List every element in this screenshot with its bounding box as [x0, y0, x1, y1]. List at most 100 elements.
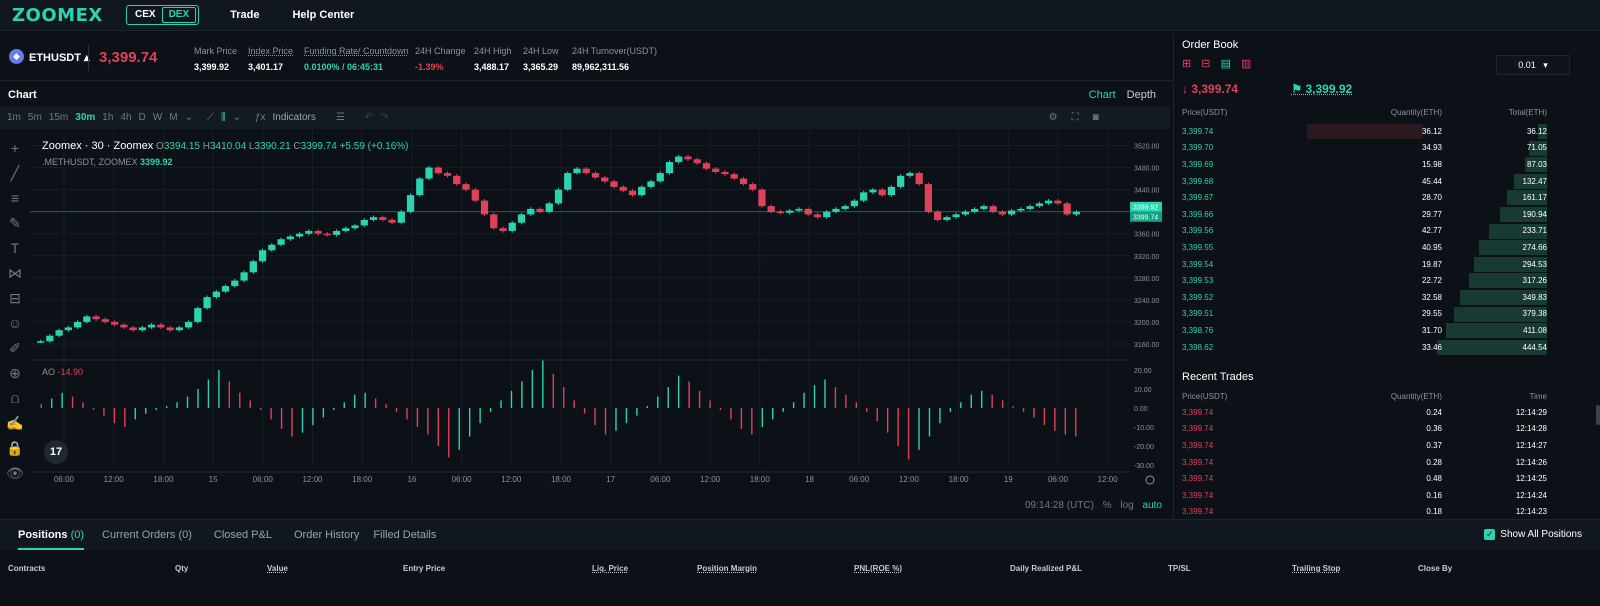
checkbox-checked-icon[interactable]: ✓: [1484, 529, 1496, 540]
interval-m[interactable]: M: [169, 112, 177, 123]
stat-24h-turnover: 24H Turnover(USDT) 89,962,311.56: [572, 46, 657, 72]
indicators-button[interactable]: Indicators: [273, 112, 316, 123]
cex-toggle[interactable]: CEX: [129, 8, 162, 22]
stat-label[interactable]: Index Price: [248, 46, 293, 56]
interval-w[interactable]: W: [153, 112, 162, 123]
order-book-row[interactable]: 3,399.52 32.58 349.83: [1182, 289, 1549, 306]
pattern-icon[interactable]: ⋈: [0, 261, 30, 286]
symbol-selector[interactable]: ETHUSDT ▴: [29, 51, 90, 64]
interval-1m[interactable]: 1m: [7, 112, 21, 123]
magnet-icon[interactable]: ⩍: [0, 386, 30, 411]
fx-icon[interactable]: ƒx: [255, 112, 266, 123]
book-asks-icon[interactable]: ▥: [1241, 58, 1251, 70]
measure-icon[interactable]: ✐: [0, 336, 30, 361]
brush-icon[interactable]: ✎: [0, 211, 30, 236]
horizontal-lines-icon[interactable]: ≡: [0, 186, 30, 211]
nav-trade[interactable]: Trade: [230, 9, 259, 21]
chevron-down-icon[interactable]: ⌄: [185, 112, 193, 123]
order-book-row[interactable]: 3,399.54 19.87 294.53: [1182, 256, 1549, 273]
col-position-margin[interactable]: Position Margin: [697, 564, 757, 573]
emoji-icon[interactable]: ☺: [0, 311, 30, 336]
order-book-row[interactable]: 3,399.55 40.95 274.66: [1182, 239, 1549, 256]
stat-label[interactable]: Funding Rate/ Countdown: [304, 46, 409, 56]
chevron-down-icon[interactable]: ⌄: [233, 112, 241, 123]
book-bids-icon[interactable]: ▤: [1221, 58, 1231, 70]
col-trailing-stop[interactable]: Trailing Stop: [1292, 564, 1340, 573]
symbol-name[interactable]: ETHUSDT: [29, 52, 81, 64]
percent-toggle[interactable]: %: [1103, 500, 1112, 511]
crosshair-icon[interactable]: +: [0, 136, 30, 161]
col-pnl[interactable]: PNL(ROE %): [854, 564, 902, 573]
col-contracts: Contracts: [8, 564, 46, 573]
y-tick-label: 3520.00: [1134, 144, 1159, 151]
interval-5m[interactable]: 5m: [28, 112, 42, 123]
dex-toggle[interactable]: DEX: [161, 7, 197, 23]
tab-closed-pnl[interactable]: Closed P&L: [214, 520, 272, 550]
show-all-label[interactable]: Show All Positions: [1500, 529, 1582, 540]
tab-depth[interactable]: Depth: [1127, 89, 1156, 101]
price-step-value[interactable]: 0.01: [1518, 60, 1536, 70]
candle-body: [517, 214, 526, 223]
stat-index-price[interactable]: Index Price 3,401.17: [248, 46, 293, 72]
ob-mark-price[interactable]: ⚑ 3,399.92: [1291, 82, 1352, 96]
line-chart-icon[interactable]: ⟋: [207, 112, 214, 123]
templates-icon[interactable]: ☰: [336, 112, 345, 123]
order-book-row[interactable]: 3,399.69 15.98 87.03: [1182, 156, 1549, 173]
interval-15m[interactable]: 15m: [49, 112, 68, 123]
text-icon[interactable]: T: [0, 236, 30, 261]
tab-label[interactable]: Current Orders: [102, 529, 175, 541]
price-step-select[interactable]: 0.01 ▾: [1496, 55, 1570, 75]
tab-current-orders[interactable]: Current Orders (0): [102, 520, 192, 550]
col-liq-price[interactable]: Liq. Price: [592, 564, 628, 573]
trade-row: 3,399.74 0.37 12:14:27: [1182, 437, 1549, 454]
interval-1h[interactable]: 1h: [102, 112, 113, 123]
trend-line-icon[interactable]: ╱: [0, 161, 30, 186]
order-book-row[interactable]: 3,399.56 42.77 233.71: [1182, 223, 1549, 240]
order-book-row[interactable]: 3,399.67 28.70 161.17: [1182, 189, 1549, 206]
order-book-row[interactable]: 3,399.53 22.72 317.26: [1182, 272, 1549, 289]
interval-4h[interactable]: 4h: [120, 112, 131, 123]
show-all-positions[interactable]: ✓ Show All Positions: [1484, 529, 1582, 540]
candle-chart-icon[interactable]: ⫼: [221, 112, 226, 123]
zoomex-logo[interactable]: ZOOMEX: [12, 5, 114, 26]
order-book-row[interactable]: 3,399.66 29.77 190.94: [1182, 206, 1549, 223]
candle-body: [1026, 206, 1034, 209]
interval-30m[interactable]: 30m: [75, 112, 95, 123]
price-chart[interactable]: 06:00 12:00 18:00 15 06:00 12:00 18:00 16 06:00 1…: [30, 130, 1170, 502]
book-split-icon[interactable]: ⊟: [1201, 58, 1210, 70]
eye-icon[interactable]: 👁: [0, 461, 30, 486]
scrollbar[interactable]: [1596, 405, 1600, 425]
tab-label[interactable]: Positions: [18, 529, 68, 541]
camera-icon[interactable]: ◙: [1093, 112, 1099, 123]
header-quantity: Quantity(ETH): [1390, 108, 1442, 117]
ruler-group-icon[interactable]: ⊟: [0, 286, 30, 311]
pencil-lock-icon[interactable]: ✍: [0, 411, 30, 436]
log-toggle[interactable]: log: [1120, 500, 1133, 511]
order-book-row[interactable]: 3,398.62 33.46 444.54: [1182, 339, 1549, 356]
cex-dex-switch[interactable]: CEX DEX: [126, 5, 200, 25]
nav-help-center[interactable]: Help Center: [292, 9, 354, 21]
order-book-row[interactable]: 3,399.68 45.44 132.47: [1182, 173, 1549, 190]
tab-order-history[interactable]: Order History: [294, 520, 359, 550]
tradingview-logo[interactable]: 17: [44, 440, 68, 464]
book-both-icon[interactable]: ⊞: [1182, 58, 1191, 70]
redo-icon[interactable]: ↷: [380, 112, 388, 123]
stat-funding-rate[interactable]: Funding Rate/ Countdown 0.0100% / 06:45:3…: [304, 46, 409, 72]
order-book-row[interactable]: 3,399.70 34.93 71.05: [1182, 140, 1549, 157]
settings-gear-icon[interactable]: ⚙: [1049, 112, 1058, 123]
undo-icon[interactable]: ↶: [365, 112, 373, 123]
order-book-row[interactable]: 3,398.76 31.70 411.08: [1182, 322, 1549, 339]
ob-mark-price-value[interactable]: 3,399.92: [1306, 82, 1353, 96]
fullscreen-icon[interactable]: ⛶: [1072, 112, 1079, 123]
col-value[interactable]: Value: [267, 564, 288, 573]
tab-chart[interactable]: Chart: [1089, 89, 1116, 101]
zoom-in-icon[interactable]: ⊕: [0, 361, 30, 386]
lock-icon[interactable]: 🔒: [0, 436, 30, 461]
order-book-row[interactable]: 3,399.51 29.55 379.38: [1182, 306, 1549, 323]
auto-toggle[interactable]: auto: [1143, 500, 1162, 511]
stat-24h-change: 24H Change -1.39%: [415, 46, 466, 72]
interval-d[interactable]: D: [139, 112, 146, 123]
tab-filled-details[interactable]: Filled Details: [373, 520, 436, 550]
order-book-row[interactable]: 3,399.74 36.12 36.12: [1182, 123, 1549, 140]
tab-positions[interactable]: Positions (0): [18, 520, 85, 550]
